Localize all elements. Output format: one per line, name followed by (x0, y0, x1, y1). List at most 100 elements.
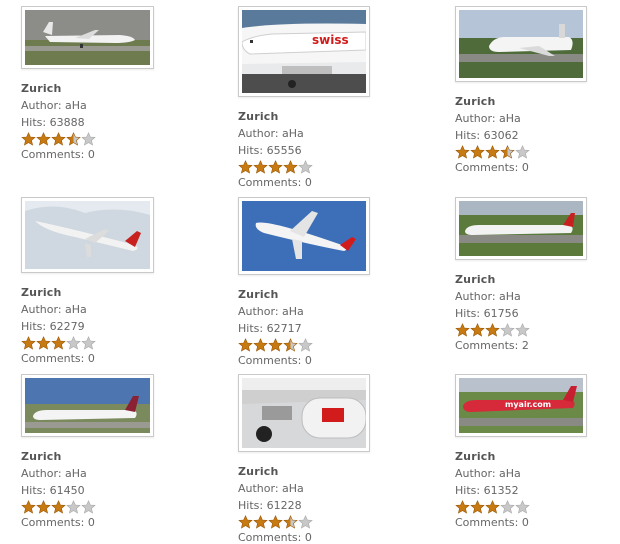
photo-title[interactable]: Zurich (455, 95, 595, 108)
photo-thumbnail[interactable] (455, 197, 587, 260)
star-icon[interactable] (81, 500, 96, 514)
gallery-item: Zurich Author: aHa Hits: 61228 Comments:… (238, 374, 378, 544)
star-icon[interactable] (268, 515, 283, 529)
comments-text[interactable]: Comments: 0 (455, 161, 595, 174)
star-icon[interactable] (51, 336, 66, 350)
star-icon[interactable] (238, 338, 253, 352)
star-icon[interactable] (500, 323, 515, 337)
star-icon[interactable] (283, 338, 298, 352)
comments-text[interactable]: Comments: 0 (21, 148, 161, 161)
photo-thumbnail[interactable] (21, 374, 154, 437)
star-icon[interactable] (500, 145, 515, 159)
star-icon[interactable] (253, 160, 268, 174)
comments-text[interactable]: Comments: 0 (238, 176, 378, 189)
star-icon[interactable] (455, 323, 470, 337)
star-icon[interactable] (298, 160, 313, 174)
star-icon[interactable] (253, 515, 268, 529)
star-icon[interactable] (238, 515, 253, 529)
photo-thumbnail[interactable]: swiss (238, 6, 370, 97)
gallery-item: Zurich Author: aHa Hits: 61756 Comments:… (455, 197, 595, 352)
comments-text[interactable]: Comments: 0 (21, 516, 161, 529)
star-icon[interactable] (515, 145, 530, 159)
star-icon[interactable] (485, 323, 500, 337)
author-text: Author: aHa (455, 112, 521, 125)
photo-title[interactable]: Zurich (21, 82, 161, 95)
comments-text[interactable]: Comments: 0 (238, 531, 378, 544)
star-icon[interactable] (485, 145, 500, 159)
plane-photo-1 (25, 10, 150, 65)
star-icon[interactable] (66, 500, 81, 514)
star-icon[interactable] (81, 132, 96, 146)
star-icon[interactable] (283, 160, 298, 174)
rating-stars (238, 515, 378, 529)
star-icon[interactable] (51, 500, 66, 514)
comments-text[interactable]: Comments: 0 (455, 516, 595, 529)
star-icon[interactable] (470, 500, 485, 514)
comments-text[interactable]: Comments: 0 (238, 354, 378, 367)
hits-text: Hits: 61228 (238, 499, 302, 512)
swiss-logo: swiss (312, 33, 349, 47)
star-icon[interactable] (36, 336, 51, 350)
star-icon[interactable] (515, 323, 530, 337)
plane-photo-8 (242, 378, 366, 448)
author-text: Author: aHa (455, 467, 521, 480)
star-icon[interactable] (21, 132, 36, 146)
hits-text: Hits: 62279 (21, 320, 85, 333)
plane-photo-7 (25, 378, 150, 433)
author-text: Author: aHa (238, 305, 304, 318)
rating-stars (21, 132, 161, 146)
star-icon[interactable] (485, 500, 500, 514)
star-icon[interactable] (268, 338, 283, 352)
star-icon[interactable] (253, 338, 268, 352)
star-icon[interactable] (470, 145, 485, 159)
photo-thumbnail[interactable]: myair.com (455, 374, 587, 437)
author-text: Author: aHa (21, 303, 87, 316)
star-icon[interactable] (21, 500, 36, 514)
photo-thumbnail[interactable] (21, 197, 154, 273)
star-icon[interactable] (470, 323, 485, 337)
hits-text: Hits: 63888 (21, 116, 85, 129)
star-icon[interactable] (500, 500, 515, 514)
plane-photo-9: myair.com (459, 378, 583, 433)
star-icon[interactable] (36, 500, 51, 514)
star-icon[interactable] (21, 336, 36, 350)
plane-photo-3 (459, 10, 583, 78)
star-icon[interactable] (66, 132, 81, 146)
star-icon[interactable] (81, 336, 96, 350)
star-icon[interactable] (268, 160, 283, 174)
photo-title[interactable]: Zurich (21, 450, 161, 463)
rating-stars (455, 323, 595, 337)
rating-stars (238, 338, 378, 352)
photo-title[interactable]: Zurich (238, 288, 378, 301)
photo-thumbnail[interactable] (238, 374, 370, 452)
author-text: Author: aHa (21, 467, 87, 480)
photo-title[interactable]: Zurich (455, 450, 595, 463)
star-icon[interactable] (51, 132, 66, 146)
hits-text: Hits: 61450 (21, 484, 85, 497)
plane-photo-4 (25, 201, 150, 269)
comments-text[interactable]: Comments: 2 (455, 339, 595, 352)
comments-text[interactable]: Comments: 0 (21, 352, 161, 365)
star-icon[interactable] (298, 338, 313, 352)
photo-title[interactable]: Zurich (238, 465, 378, 478)
photo-title[interactable]: Zurich (21, 286, 161, 299)
star-icon[interactable] (455, 145, 470, 159)
star-icon[interactable] (66, 336, 81, 350)
star-icon[interactable] (455, 500, 470, 514)
author-text: Author: aHa (238, 127, 304, 140)
photo-title[interactable]: Zurich (455, 273, 595, 286)
author-text: Author: aHa (238, 482, 304, 495)
star-icon[interactable] (298, 515, 313, 529)
photo-thumbnail[interactable] (21, 6, 154, 69)
myair-logo: myair.com (505, 400, 551, 409)
star-icon[interactable] (238, 160, 253, 174)
star-icon[interactable] (515, 500, 530, 514)
star-icon[interactable] (283, 515, 298, 529)
star-icon[interactable] (36, 132, 51, 146)
photo-thumbnail[interactable] (238, 197, 370, 275)
photo-thumbnail[interactable] (455, 6, 587, 82)
gallery-item: Zurich Author: aHa Hits: 63888 Comments:… (21, 6, 161, 161)
hits-text: Hits: 61352 (455, 484, 519, 497)
rating-stars (21, 500, 161, 514)
photo-title[interactable]: Zurich (238, 110, 378, 123)
